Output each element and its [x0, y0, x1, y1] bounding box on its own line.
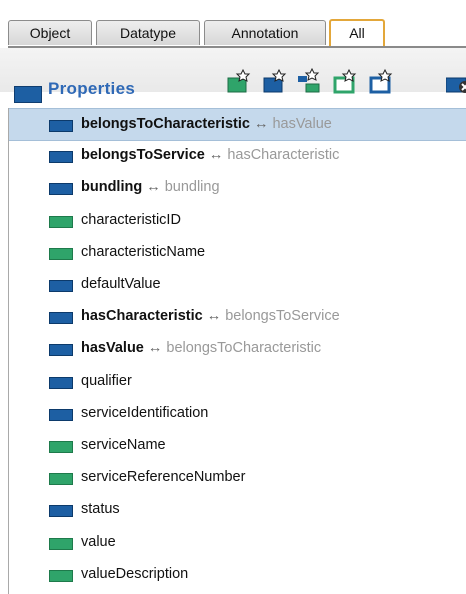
datatype-property-icon	[49, 247, 73, 260]
property-name: status	[81, 501, 120, 518]
add-hierarchy-icon[interactable]	[296, 68, 322, 94]
datatype-property-icon	[49, 537, 73, 550]
object-property-icon	[49, 344, 73, 357]
tab-all-label: All	[349, 25, 365, 41]
inverse-property-name: bundling	[164, 179, 220, 196]
inverse-arrow-icon: ↔	[208, 147, 224, 164]
property-label: characteristicID	[81, 212, 181, 228]
list-item[interactable]: defaultValue	[9, 269, 466, 302]
tab-all[interactable]: All	[329, 19, 385, 46]
list-item[interactable]: valueDescription	[9, 559, 466, 592]
inverse-arrow-icon: ↔	[147, 340, 163, 357]
object-property-icon	[49, 280, 73, 292]
list-item[interactable]: belongsToCharacteristic ↔ hasValue	[9, 108, 466, 141]
inverse-property-name: hasValue	[272, 116, 332, 132]
property-label: status	[81, 501, 120, 517]
object-property-icon	[49, 183, 73, 196]
property-name: qualifier	[81, 372, 132, 389]
delete-property-icon[interactable]	[446, 68, 466, 94]
list-item[interactable]: bundling ↔ bundling	[9, 172, 466, 205]
list-item[interactable]: qualifier	[9, 366, 466, 399]
property-name: serviceName	[81, 437, 166, 453]
property-label: valueDescription	[81, 566, 188, 582]
panel-title: Properties	[48, 79, 136, 98]
list-item[interactable]: status	[9, 494, 466, 527]
property-name: valueDescription	[81, 565, 189, 582]
property-name: value	[81, 533, 116, 550]
list-item[interactable]: characteristicName	[9, 237, 466, 270]
property-label: serviceReferenceNumber	[81, 469, 245, 485]
property-name: belongsToCharacteristic	[81, 116, 250, 132]
property-name: characteristicName	[81, 243, 206, 260]
list-item[interactable]: belongsToService ↔ hasCharacteristic	[9, 140, 466, 173]
property-name: hasValue	[81, 340, 144, 357]
property-name: characteristicID	[81, 211, 181, 228]
list-item[interactable]: serviceName	[9, 430, 466, 463]
list-item[interactable]: serviceReferenceNumber	[9, 462, 466, 495]
inverse-arrow-icon: ↔	[253, 116, 269, 132]
object-property-icon	[49, 120, 73, 132]
property-label: defaultValue	[81, 276, 161, 292]
object-property-icon	[49, 408, 73, 421]
property-label: qualifier	[81, 373, 132, 389]
inverse-property-name: belongsToService	[225, 308, 340, 325]
add-property-icon[interactable]	[226, 68, 252, 94]
property-name: defaultValue	[81, 276, 161, 292]
datatype-property-icon	[49, 215, 73, 228]
property-name: serviceIdentification	[81, 404, 209, 421]
object-property-icon	[49, 376, 73, 389]
inverse-property-name: hasCharacteristic	[227, 147, 340, 164]
list-item[interactable]: hasCharacteristic ↔ belongsToService	[9, 301, 466, 334]
property-label: bundling ↔ bundling	[81, 179, 220, 195]
property-label: value	[81, 534, 116, 550]
property-label: serviceName	[81, 437, 166, 453]
tab-annotation[interactable]: Annotation	[204, 20, 326, 45]
property-label: characteristicName	[81, 244, 205, 260]
property-list[interactable]: belongsToCharacteristic ↔ hasValue belongsT…	[8, 108, 466, 594]
add-sibling-icon[interactable]	[332, 68, 358, 94]
list-item[interactable]: serviceIdentification	[9, 398, 466, 431]
datatype-property-icon	[49, 473, 73, 486]
datatype-property-icon	[49, 441, 73, 453]
tab-strip: Object Datatype Annotation All	[0, 0, 466, 48]
property-label: serviceIdentification	[81, 405, 208, 421]
tab-datatype[interactable]: Datatype	[96, 20, 200, 45]
datatype-property-icon	[49, 569, 73, 582]
property-name: serviceReferenceNumber	[81, 469, 246, 486]
object-property-icon	[49, 505, 73, 518]
list-item[interactable]: hasValue ↔ belongsToCharacteristic	[9, 333, 466, 366]
list-item[interactable]: characteristicID	[9, 205, 466, 238]
object-property-icon	[49, 312, 73, 325]
list-item[interactable]: value	[9, 527, 466, 560]
property-name: belongsToService	[81, 147, 205, 164]
object-property-icon	[49, 151, 73, 164]
properties-header-icon	[14, 86, 42, 103]
tab-datatype-label: Datatype	[119, 25, 177, 41]
property-label: belongsToService ↔ hasCharacteristic	[81, 147, 339, 163]
property-name: hasCharacteristic	[81, 308, 203, 325]
property-label: belongsToCharacteristic ↔ hasValue	[81, 116, 332, 132]
property-label: hasValue ↔ belongsToCharacteristic	[81, 340, 321, 356]
inverse-arrow-icon: ↔	[206, 308, 222, 325]
inverse-property-name: belongsToCharacteristic	[166, 340, 322, 357]
add-subproperty-icon[interactable]	[262, 68, 288, 94]
add-child-icon[interactable]	[368, 68, 394, 94]
tab-object-label: Object	[29, 25, 71, 41]
property-label: hasCharacteristic ↔ belongsToService	[81, 308, 340, 324]
inverse-arrow-icon: ↔	[146, 179, 161, 196]
property-name: bundling	[81, 179, 143, 196]
tab-object[interactable]: Object	[8, 20, 92, 45]
tab-annotation-label: Annotation	[231, 25, 299, 41]
